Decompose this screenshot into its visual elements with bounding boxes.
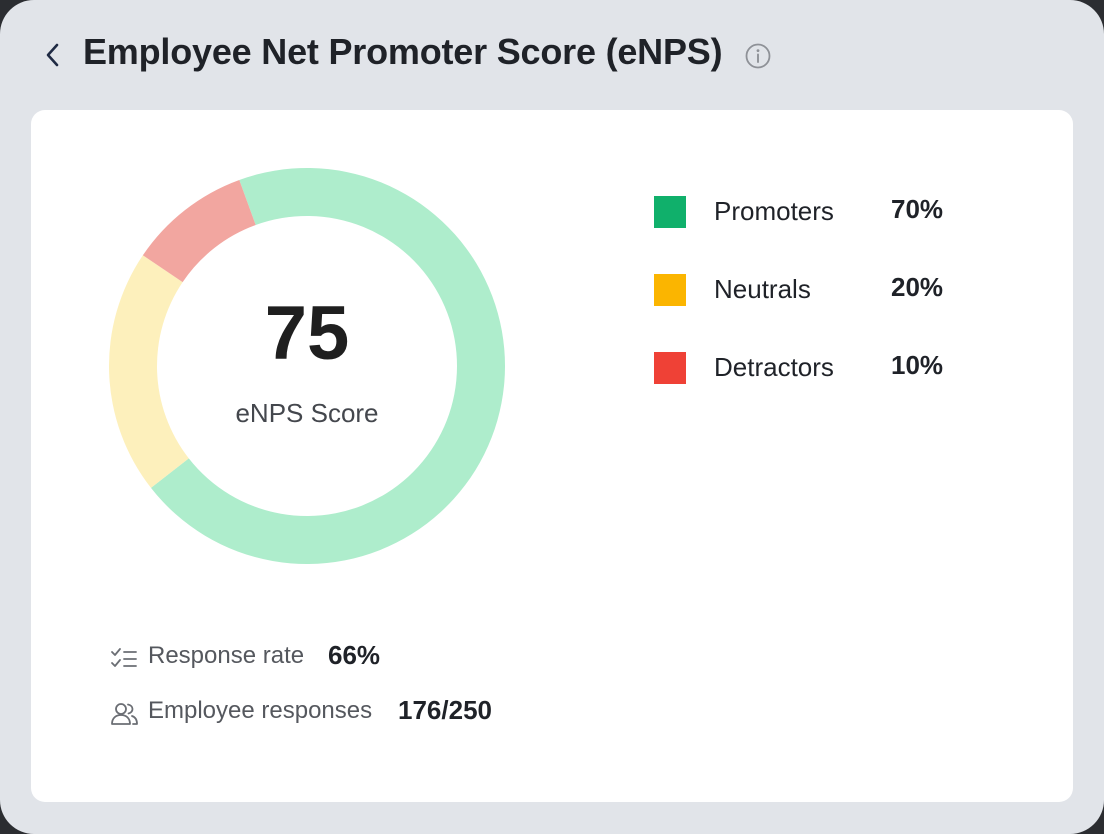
legend-swatch xyxy=(654,196,686,228)
header: Employee Net Promoter Score (eNPS) xyxy=(0,0,1104,110)
donut-segment-neutrals xyxy=(109,255,189,488)
chevron-left-icon xyxy=(46,43,59,67)
legend-value: 20% xyxy=(891,272,944,302)
enps-panel: Employee Net Promoter Score (eNPS) 75 eN… xyxy=(0,0,1104,834)
employee-responses-value: 176/250 xyxy=(398,695,492,725)
legend-swatch xyxy=(654,352,686,384)
legend-value: 10% xyxy=(891,350,944,380)
legend-swatch xyxy=(654,274,686,306)
info-icon[interactable] xyxy=(744,42,772,70)
legend-label: Neutrals xyxy=(714,274,811,304)
page-title: Employee Net Promoter Score (eNPS) xyxy=(83,31,723,72)
response-rate-value: 66% xyxy=(328,640,381,670)
checklist-icon xyxy=(111,648,137,667)
users-icon xyxy=(111,703,138,725)
enps-score-label: eNPS Score xyxy=(235,398,379,428)
legend-value: 70% xyxy=(891,194,944,224)
enps-score-value: 75 xyxy=(264,291,350,376)
legend-label: Detractors xyxy=(714,352,834,382)
enps-card: 75 eNPS Score Promoters 70% Neutrals 20%… xyxy=(31,110,1073,802)
response-rate-label: Response rate xyxy=(148,642,305,669)
back-button[interactable] xyxy=(36,38,70,72)
legend-label: Promoters xyxy=(714,196,834,226)
employee-responses-label: Employee responses xyxy=(148,697,373,724)
